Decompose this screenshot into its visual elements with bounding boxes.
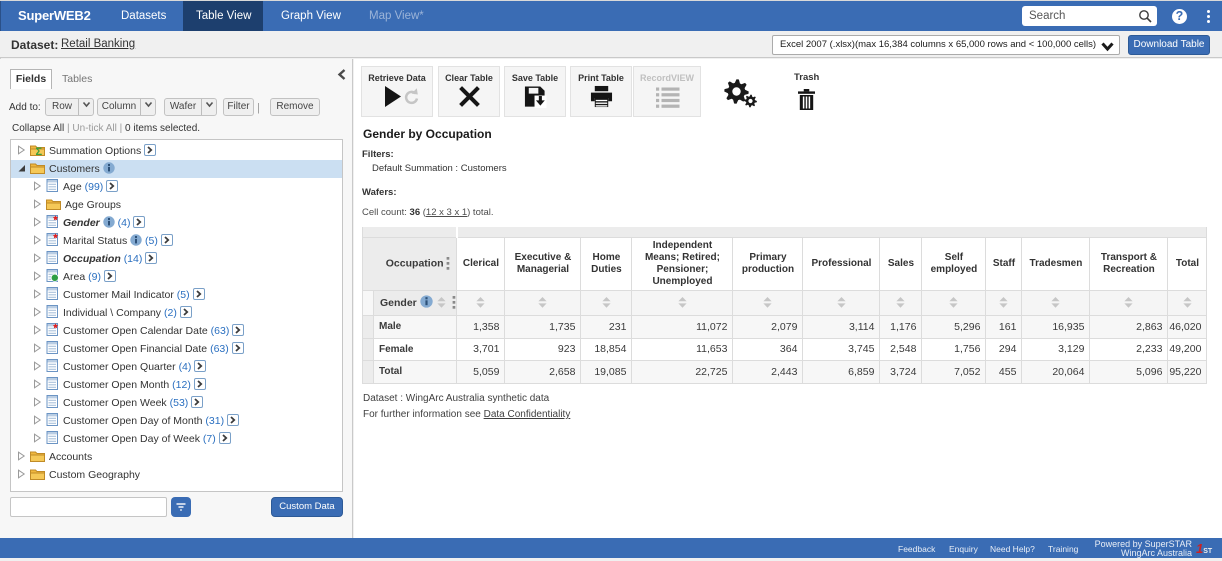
svg-text:Σ: Σ <box>36 146 43 156</box>
